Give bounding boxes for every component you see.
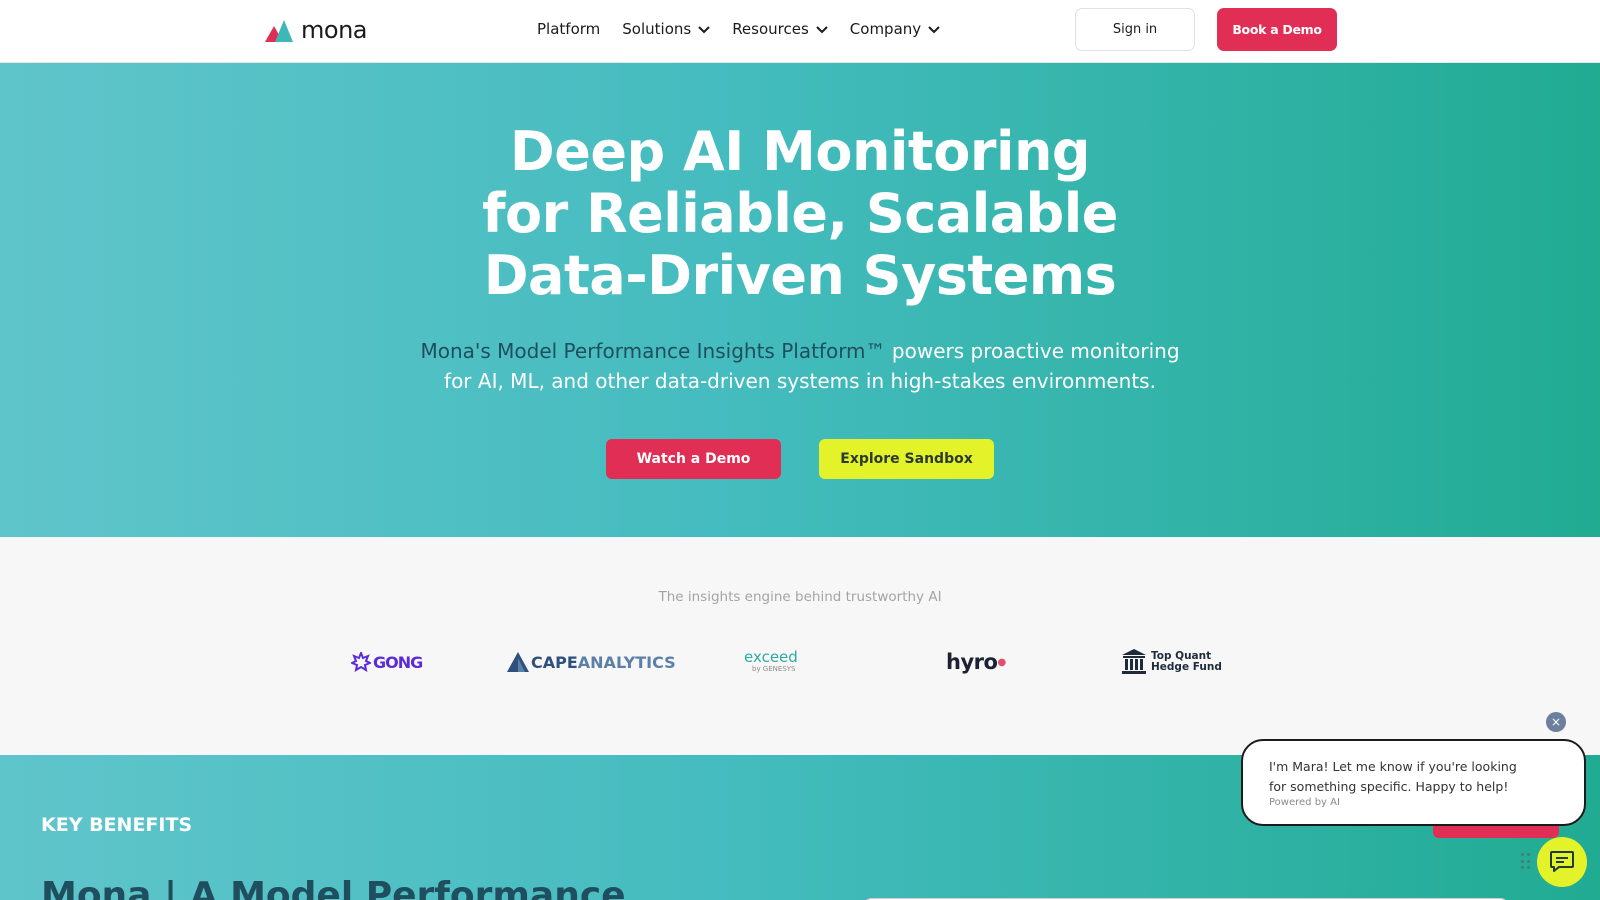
hero-subtitle-rest: powers proactive monitoring	[885, 339, 1180, 363]
customer-logos-section: The insights engine behind trustworthy A…	[0, 537, 1600, 755]
nav-item-label: Platform	[537, 20, 601, 38]
hyro-logo: hyro ●	[946, 645, 1006, 679]
hero-subtitle-highlight: Mona's Model Performance Insights Platfo…	[420, 339, 886, 363]
close-icon[interactable]: ×	[1546, 712, 1566, 732]
main-menu: Platform Solutions Resources Company	[537, 18, 962, 40]
chat-greeting-bubble[interactable]: I'm Mara! Let me know if you're looking …	[1241, 739, 1586, 826]
drag-handle-icon[interactable]	[1521, 853, 1531, 871]
sign-in-button[interactable]: Sign in	[1075, 8, 1195, 51]
hero-subtitle: Mona's Model Performance Insights Platfo…	[0, 336, 1600, 396]
bank-icon	[1122, 649, 1146, 674]
hero-title-line: Deep AI Monitoring	[509, 120, 1091, 183]
mona-logo[interactable]: mona	[265, 18, 367, 42]
top-navigation: mona Platform Solutions Resources Compan…	[0, 0, 1600, 63]
hero-title: Deep AI Monitoring for Reliable, Scalabl…	[0, 121, 1600, 307]
chevron-down-icon	[698, 20, 710, 38]
chevron-down-icon	[816, 20, 828, 38]
nav-item-platform[interactable]: Platform	[537, 18, 600, 40]
nav-item-company[interactable]: Company	[850, 18, 940, 40]
cape-analytics-logo: CAPE ANALYTICS	[507, 645, 676, 679]
exceed-by-text: by GENESYS	[752, 665, 796, 673]
nav-item-label: Solutions	[622, 20, 692, 38]
gong-logo-text: GONG	[373, 652, 423, 672]
nav-item-label: Resources	[732, 20, 809, 38]
nav-item-resources[interactable]: Resources	[732, 18, 828, 40]
gong-logo: GONG	[351, 645, 423, 679]
watch-demo-button[interactable]: Watch a Demo	[606, 439, 781, 479]
book-demo-button[interactable]: Book a Demo	[1217, 8, 1337, 51]
hero-title-line: for Reliable, Scalable	[482, 182, 1118, 245]
chat-powered-by: Powered by AI	[1269, 797, 1340, 808]
hyro-dot-icon: ●	[997, 656, 1006, 668]
hero-title-line: Data-Driven Systems	[483, 244, 1117, 307]
top-quant-hedge-fund-logo: Top Quant Hedge Fund	[1122, 645, 1222, 679]
logo-wordmark: mona	[301, 16, 367, 44]
tqhf-line: Hedge Fund	[1151, 661, 1222, 673]
cape-logo-text: CAPE	[531, 652, 578, 672]
chevron-down-icon	[928, 20, 940, 38]
exceed-logo: exceed by GENESYS	[744, 645, 798, 679]
gong-burst-icon	[351, 652, 371, 672]
cape-triangle-icon	[507, 652, 529, 672]
tqhf-logo-text: Top Quant Hedge Fund	[1151, 651, 1222, 673]
chat-launcher-button[interactable]	[1537, 837, 1587, 887]
key-benefits-label: KEY BENEFITS	[41, 814, 193, 836]
explore-sandbox-button[interactable]: Explore Sandbox	[819, 439, 994, 479]
hero-section: Deep AI Monitoring for Reliable, Scalabl…	[0, 63, 1600, 537]
key-benefits-heading: Mona | A Model Performance	[41, 875, 626, 900]
hero-subtitle-line2: for AI, ML, and other data-driven system…	[444, 369, 1156, 393]
exceed-logo-text: exceed	[744, 648, 798, 666]
hyro-logo-text: hyro	[946, 650, 998, 674]
mona-logo-mark	[265, 20, 293, 42]
logos-section-title: The insights engine behind trustworthy A…	[658, 589, 942, 605]
chat-message: I'm Mara! Let me know if you're looking …	[1269, 759, 1517, 794]
analytics-logo-text: ANALYTICS	[577, 652, 676, 672]
nav-item-solutions[interactable]: Solutions	[622, 18, 710, 40]
nav-item-label: Company	[849, 20, 922, 38]
chat-icon	[1550, 851, 1574, 872]
